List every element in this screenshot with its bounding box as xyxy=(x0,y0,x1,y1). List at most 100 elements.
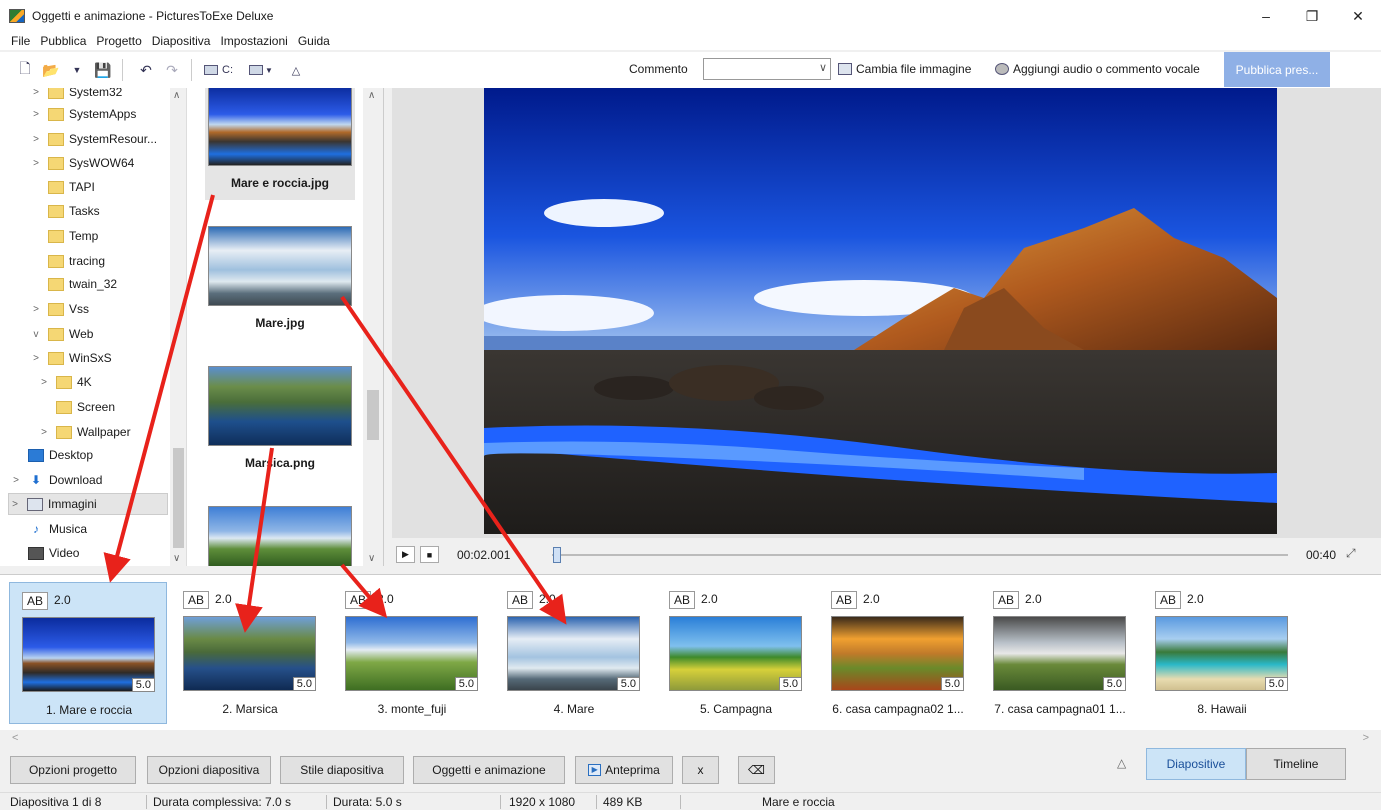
transition-badge[interactable]: AB xyxy=(669,591,696,609)
folder-icon xyxy=(56,425,72,439)
timeline-slider-knob[interactable] xyxy=(553,547,561,563)
collapse-triangle-icon[interactable]: △ xyxy=(1117,756,1126,770)
slide-style-button[interactable]: Stile diapositiva xyxy=(280,756,404,784)
transition-badge[interactable]: AB xyxy=(22,592,49,610)
tree-scroll-thumb[interactable] xyxy=(173,448,184,548)
transition-badge[interactable]: AB xyxy=(993,591,1020,609)
tree-item-syswow64[interactable]: > SysWOW64 xyxy=(30,152,134,174)
file-name: Mare.jpg xyxy=(255,316,305,330)
play-icon[interactable]: ▶ xyxy=(396,546,415,563)
tree-item-temp[interactable]: Temp xyxy=(30,225,98,247)
close-preview-button[interactable]: x xyxy=(682,756,719,784)
slide-item[interactable]: AB 2.0 5.0 2. Marsica xyxy=(171,582,329,724)
tree-item-winsxs[interactable]: > WinSxS xyxy=(30,347,112,369)
slide-item[interactable]: AB 2.0 5.0 3. monte_fuji xyxy=(333,582,491,724)
slide-item[interactable]: AB 2.0 5.0 5. Campagna xyxy=(657,582,815,724)
objects-animation-button[interactable]: Oggetti e animazione xyxy=(413,756,565,784)
chevron-down-icon[interactable]: ∨ xyxy=(368,553,375,564)
chevron-up-icon[interactable]: ∧ xyxy=(173,90,180,101)
slide-item[interactable]: AB 2.0 5.0 4. Mare xyxy=(495,582,653,724)
tree-item-systemapps[interactable]: > SystemApps xyxy=(30,103,136,125)
menu-slide[interactable]: Diapositiva xyxy=(147,34,216,48)
timeline-track[interactable] xyxy=(552,554,1288,556)
new-file-icon[interactable]: 🗋 xyxy=(14,58,36,82)
tree-item-twain32[interactable]: twain_32 xyxy=(30,273,117,295)
menu-file[interactable]: File xyxy=(6,34,35,48)
slide-label: 6. casa campagna02 1... xyxy=(832,702,964,716)
file-item-monte-fuji[interactable] xyxy=(205,506,355,566)
file-scrollbar[interactable]: ∧ ∨ xyxy=(363,88,383,566)
tree-item-vss[interactable]: > Vss xyxy=(30,298,89,320)
menu-bar: File Pubblica Progetto Diapositiva Impos… xyxy=(0,32,1381,50)
tree-item-tapi[interactable]: TAPI xyxy=(30,176,95,198)
open-dropdown-icon[interactable]: ▼ xyxy=(66,58,88,82)
close-button[interactable]: ✕ xyxy=(1335,0,1381,32)
transition-badge[interactable]: AB xyxy=(183,591,210,609)
file-scroll-thumb[interactable] xyxy=(367,390,379,440)
menu-settings[interactable]: Impostazioni xyxy=(215,34,292,48)
tree-item-web[interactable]: v Web xyxy=(30,323,94,345)
tree-item-4k[interactable]: >4K xyxy=(38,371,92,393)
chevron-right-icon[interactable]: > xyxy=(1363,732,1369,744)
redo-icon[interactable]: ↷ xyxy=(161,58,183,82)
open-folder-icon[interactable]: 📂 xyxy=(40,58,62,82)
tree-item-desktop[interactable]: Desktop xyxy=(10,444,93,466)
tree-item-screen[interactable]: Screen xyxy=(38,396,115,418)
slide-item[interactable]: AB 2.0 5.0 7. casa campagna01 1... xyxy=(981,582,1139,724)
save-icon[interactable]: 💾 xyxy=(92,58,114,82)
menu-help[interactable]: Guida xyxy=(293,34,335,48)
slide-item[interactable]: AB 2.0 5.0 6. casa campagna02 1... xyxy=(819,582,977,724)
slide-item[interactable]: AB 2.0 5.0 8. Hawaii xyxy=(1143,582,1301,724)
publish-button[interactable]: Pubblica pres... xyxy=(1224,52,1330,87)
view-mode-icon[interactable]: ▼ xyxy=(249,58,273,82)
slide-thumbnail: 5.0 xyxy=(831,616,964,691)
tab-timeline[interactable]: Timeline xyxy=(1246,748,1346,780)
file-item-mare[interactable]: Mare.jpg xyxy=(205,226,355,330)
slide-preview-image[interactable] xyxy=(484,88,1277,534)
preview-button[interactable]: ▶ Anteprima xyxy=(575,756,673,784)
slide-item[interactable]: AB 2.0 5.0 1. Mare e roccia xyxy=(9,582,167,724)
stop-icon[interactable]: ■ xyxy=(420,546,439,563)
chevron-up-icon[interactable]: ∧ xyxy=(368,90,375,101)
slide-options-button[interactable]: Opzioni diapositiva xyxy=(147,756,271,784)
add-audio-button[interactable]: Aggiungi audio o commento vocale xyxy=(995,62,1200,76)
tree-item-wallpaper[interactable]: > Wallpaper xyxy=(38,421,131,443)
project-options-button[interactable]: Opzioni progetto xyxy=(10,756,136,784)
tree-scrollbar[interactable]: ∧ ∨ xyxy=(170,88,186,566)
menu-project[interactable]: Progetto xyxy=(91,34,146,48)
chevron-left-icon[interactable]: < xyxy=(12,732,18,744)
eraser-icon[interactable]: ⌫ xyxy=(738,756,775,784)
collapse-triangle-icon[interactable]: △ xyxy=(285,58,307,82)
transition-badge[interactable]: AB xyxy=(345,591,372,609)
transition-badge[interactable]: AB xyxy=(831,591,858,609)
slide-label: 7. casa campagna01 1... xyxy=(994,702,1126,716)
tab-slides[interactable]: Diapositive xyxy=(1146,748,1246,780)
tree-item-system32[interactable]: > System32 xyxy=(30,88,122,103)
file-item-mare-e-roccia[interactable]: Mare e roccia.jpg xyxy=(205,88,355,200)
strip-scrollbar[interactable]: < > xyxy=(0,731,1381,748)
undo-icon[interactable]: ↶ xyxy=(135,58,157,82)
folder-icon xyxy=(56,375,72,389)
transition-badge[interactable]: AB xyxy=(507,591,534,609)
preview-label: Anteprima xyxy=(605,763,660,777)
file-item-marsica[interactable]: Marsica.png xyxy=(205,366,355,470)
slide-label: 5. Campagna xyxy=(699,702,773,716)
tree-item-download[interactable]: > ⬇ Download xyxy=(10,469,102,491)
tree-item-systemresources[interactable]: > SystemResour... xyxy=(30,128,157,150)
comment-dropdown[interactable]: ∨ xyxy=(703,58,831,80)
chevron-down-icon[interactable]: ∨ xyxy=(173,553,180,564)
menu-publish[interactable]: Pubblica xyxy=(35,34,91,48)
tree-item-tracing[interactable]: tracing xyxy=(30,250,105,272)
change-image-button[interactable]: Cambia file immagine xyxy=(838,62,971,76)
fullscreen-icon[interactable]: ⤢ xyxy=(1346,546,1356,561)
tree-item-immagini[interactable]: > Immagini xyxy=(8,493,168,515)
restore-button[interactable]: ❐ xyxy=(1289,0,1335,32)
status-separator xyxy=(596,795,597,809)
image-icon xyxy=(838,63,852,75)
tree-item-musica[interactable]: ♪ Musica xyxy=(10,518,87,540)
minimize-button[interactable]: – xyxy=(1243,0,1289,32)
tree-item-video[interactable]: Video xyxy=(10,542,79,564)
tree-item-tasks[interactable]: Tasks xyxy=(30,200,100,222)
drive-select-button[interactable]: C: xyxy=(204,58,233,82)
transition-badge[interactable]: AB xyxy=(1155,591,1182,609)
